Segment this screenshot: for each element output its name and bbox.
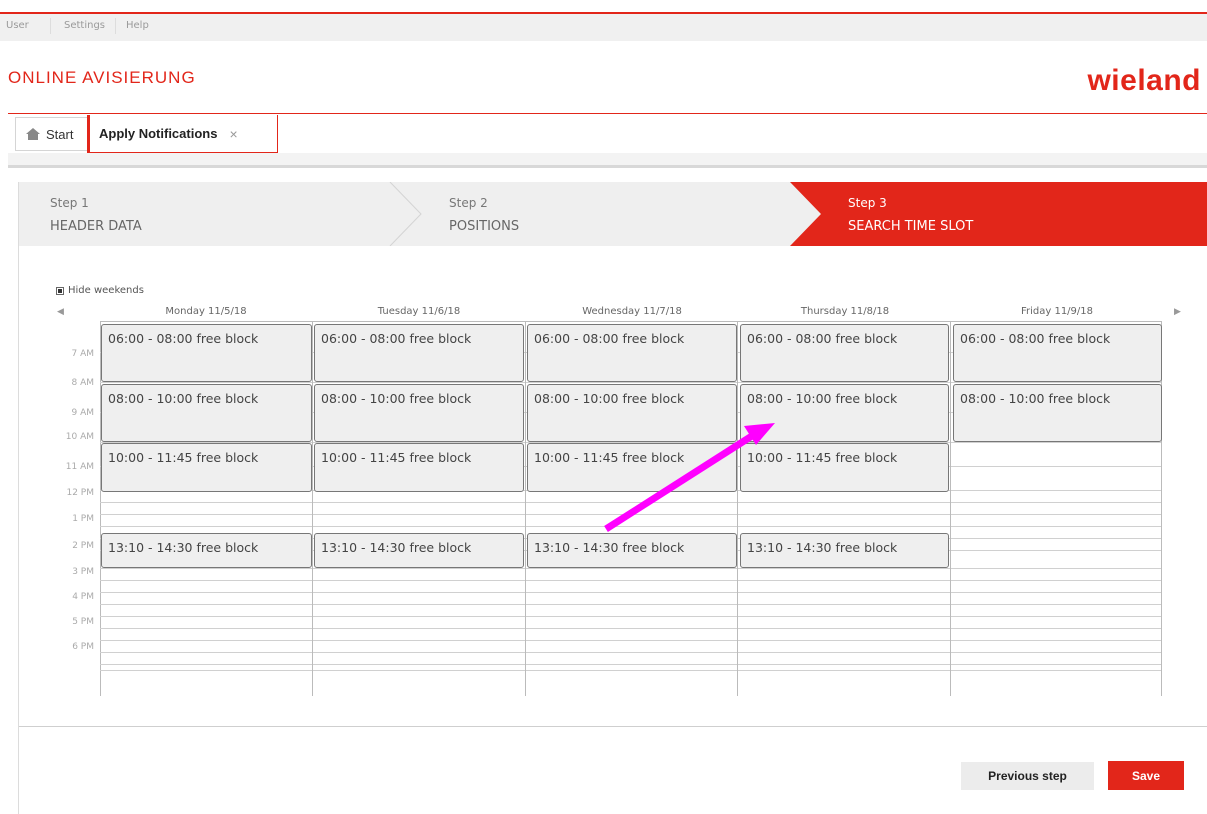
time-slot-monday-1000[interactable]: 10:00 - 11:45 free block bbox=[101, 443, 312, 492]
brand-logo: wieland bbox=[1087, 64, 1201, 97]
hour-label: 9 AM bbox=[71, 408, 94, 418]
time-slot-wednesday-0600[interactable]: 06:00 - 08:00 free block bbox=[527, 324, 737, 382]
time-slot-wednesday-0800[interactable]: 08:00 - 10:00 free block bbox=[527, 384, 737, 442]
toolbar-band bbox=[8, 153, 1207, 165]
time-slot-tuesday-1000[interactable]: 10:00 - 11:45 free block bbox=[314, 443, 524, 492]
close-icon[interactable]: × bbox=[229, 126, 237, 142]
grid-line bbox=[100, 502, 1162, 503]
time-slot-thursday-0600[interactable]: 06:00 - 08:00 free block bbox=[740, 324, 949, 382]
time-slot-tuesday-0600[interactable]: 06:00 - 08:00 free block bbox=[314, 324, 524, 382]
hour-label: 5 PM bbox=[72, 617, 94, 627]
toolbar-band-shadow bbox=[8, 165, 1207, 168]
hour-label: 10 AM bbox=[65, 432, 94, 442]
tab-start[interactable]: Start bbox=[15, 117, 93, 151]
grid-line bbox=[100, 526, 1162, 527]
hide-weekends-toggle: Hide weekends bbox=[56, 285, 144, 296]
menu-help[interactable]: Help bbox=[126, 20, 149, 31]
step-3-number: Step 3 bbox=[848, 196, 887, 210]
tab-apply-label: Apply Notifications bbox=[99, 126, 218, 141]
footer-divider bbox=[19, 726, 1207, 727]
grid-line bbox=[100, 616, 1162, 617]
grid-line bbox=[100, 604, 1162, 605]
time-slot-friday-0800[interactable]: 08:00 - 10:00 free block bbox=[953, 384, 1162, 442]
save-button[interactable]: Save bbox=[1108, 761, 1184, 790]
top-menu-bar: User Settings Help bbox=[0, 14, 1207, 41]
time-slot-wednesday-1310[interactable]: 13:10 - 14:30 free block bbox=[527, 533, 737, 568]
hide-weekends-checkbox[interactable] bbox=[56, 286, 64, 295]
next-week-arrow-icon[interactable]: ▶ bbox=[1174, 307, 1181, 317]
menu-separator bbox=[115, 18, 116, 34]
grid-line bbox=[100, 670, 1162, 671]
grid-line bbox=[100, 664, 1162, 665]
grid-line bbox=[100, 382, 1162, 383]
time-slot-monday-0800[interactable]: 08:00 - 10:00 free block bbox=[101, 384, 312, 442]
hour-label: 8 AM bbox=[71, 378, 94, 388]
grid-line bbox=[100, 640, 1162, 641]
column-divider bbox=[312, 322, 313, 696]
grid-line bbox=[100, 652, 1162, 653]
hide-weekends-label: Hide weekends bbox=[68, 285, 144, 296]
menu-settings[interactable]: Settings bbox=[64, 20, 105, 31]
grid-line bbox=[100, 580, 1162, 581]
grid-line bbox=[100, 628, 1162, 629]
hour-label: 7 AM bbox=[71, 349, 94, 359]
step-3[interactable]: Step 3 SEARCH TIME SLOT bbox=[809, 182, 1207, 246]
tab-start-label: Start bbox=[46, 126, 74, 142]
time-slot-thursday-1310[interactable]: 13:10 - 14:30 free block bbox=[740, 533, 949, 568]
time-slot-thursday-1000[interactable]: 10:00 - 11:45 free block bbox=[740, 443, 949, 492]
menu-user[interactable]: User bbox=[6, 20, 29, 31]
time-slot-friday-0600[interactable]: 06:00 - 08:00 free block bbox=[953, 324, 1162, 382]
time-slot-tuesday-1310[interactable]: 13:10 - 14:30 free block bbox=[314, 533, 524, 568]
day-header-monday: Monday 11/5/18 bbox=[165, 306, 247, 317]
step-wizard: Step 1 HEADER DATA Step 2 POSITIONS Step… bbox=[19, 182, 1207, 246]
day-header-thursday: Thursday 11/8/18 bbox=[800, 306, 890, 317]
day-header-tuesday: Tuesday 11/6/18 bbox=[377, 306, 461, 317]
day-header-wednesday: Wednesday 11/7/18 bbox=[582, 306, 682, 317]
hour-label: 6 PM bbox=[72, 642, 94, 652]
hour-label: 12 PM bbox=[66, 488, 94, 498]
time-slot-wednesday-1000[interactable]: 10:00 - 11:45 free block bbox=[527, 443, 737, 492]
hour-label: 4 PM bbox=[72, 592, 94, 602]
header-divider bbox=[8, 113, 1207, 114]
menu-separator bbox=[50, 18, 51, 34]
hour-label: 11 AM bbox=[65, 462, 94, 472]
column-divider bbox=[525, 322, 526, 696]
tab-apply-notifications[interactable]: Apply Notifications × bbox=[87, 115, 278, 153]
prev-week-arrow-icon[interactable]: ◀ bbox=[57, 307, 64, 317]
column-divider bbox=[737, 322, 738, 696]
hour-label: 3 PM bbox=[72, 567, 94, 577]
step-3-label: SEARCH TIME SLOT bbox=[848, 219, 974, 234]
grid-line bbox=[100, 592, 1162, 593]
app-title: ONLINE AVISIERUNG bbox=[8, 68, 196, 87]
time-slot-thursday-0800[interactable]: 08:00 - 10:00 free block bbox=[740, 384, 949, 442]
previous-step-button[interactable]: Previous step bbox=[961, 762, 1094, 790]
time-slot-monday-1310[interactable]: 13:10 - 14:30 free block bbox=[101, 533, 312, 568]
home-icon bbox=[26, 128, 40, 140]
grid-line bbox=[100, 514, 1162, 515]
time-slot-monday-0600[interactable]: 06:00 - 08:00 free block bbox=[101, 324, 312, 382]
hour-label: 2 PM bbox=[72, 541, 94, 551]
time-slot-tuesday-0800[interactable]: 08:00 - 10:00 free block bbox=[314, 384, 524, 442]
day-header-friday: Friday 11/9/18 bbox=[1020, 306, 1094, 317]
column-divider bbox=[950, 322, 951, 696]
grid-line bbox=[100, 568, 1162, 569]
hour-label: 1 PM bbox=[72, 514, 94, 524]
